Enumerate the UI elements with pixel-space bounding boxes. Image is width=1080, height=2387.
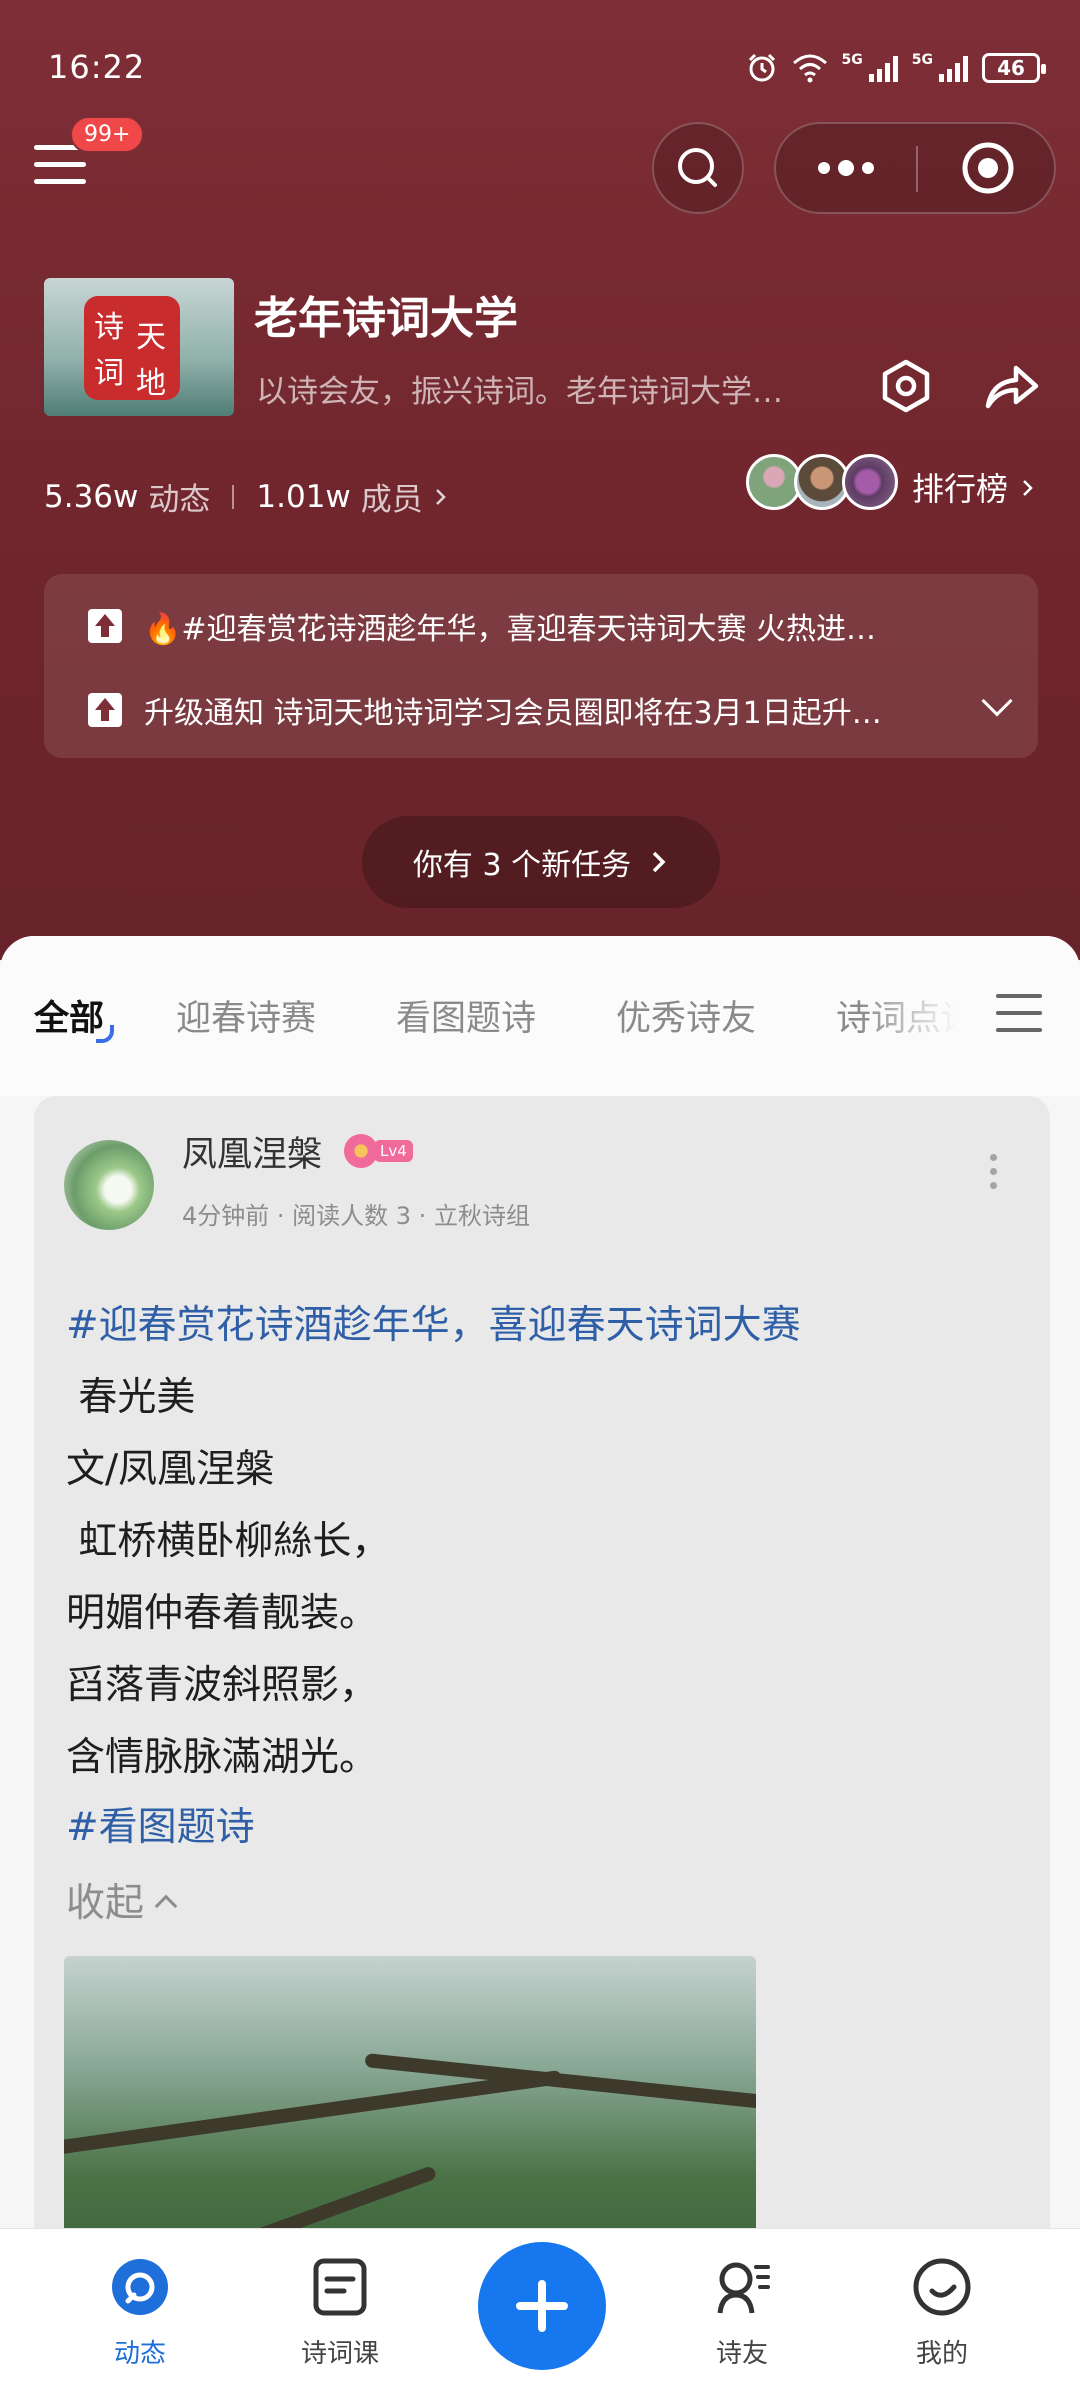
nav-feed[interactable]: 动态 [60,2229,220,2387]
nav-courses[interactable]: 诗词课 [260,2229,420,2387]
posts-count: 5.36w [44,478,139,515]
group-title: 老年诗词大学 [254,293,518,344]
posts-label: 动态 [148,482,211,518]
signal-icon-2 [939,54,968,82]
battery-level: 46 [997,56,1025,80]
post-line: 文/凤凰涅槃 [66,1447,275,1492]
author-avatar[interactable] [64,1140,154,1230]
notice-item[interactable]: 升级通知 诗词天地诗词学习会员圈即将在3月1日起升… [88,688,882,732]
flower-icon [344,1134,378,1168]
new-tasks-button[interactable]: 你有 3 个新任务 [362,816,720,908]
nav-label: 动态 [113,2339,166,2369]
more-icon[interactable] [776,122,916,214]
logo-seal: 诗 词 天 地 [84,296,180,401]
group-description[interactable]: 以诗会友，振兴诗词。老年诗词大学… [256,366,816,411]
chevron-right-icon [435,488,446,505]
post-line: 明媚仲春着靓装。 [66,1591,379,1636]
leaderboard-label: 排行榜 [912,470,1009,508]
alarm-icon [748,53,775,82]
post-card[interactable]: 凤凰涅槃 Lv4 4分钟前 · 阅读人数 3 · 立秋诗组 #迎春赏花诗酒趁年华… [34,1096,1050,2387]
post-line: 含情脉脉滿湖光。 [66,1735,379,1780]
nav-profile[interactable]: 我的 [862,2229,1022,2387]
tab-spring-contest[interactable]: 迎春诗赛 [176,990,316,1041]
nav-label: 我的 [915,2339,968,2369]
post-hashtag[interactable]: #看图题诗 [66,1796,255,1852]
leaderboard-link[interactable]: 排行榜 [912,464,1038,510]
notification-badge: 99+ [70,116,145,153]
chevron-right-icon [652,851,666,873]
post-hashtag[interactable]: #迎春赏花诗酒趁年华，喜迎春天诗词大赛 [66,1294,801,1350]
notice-item[interactable]: 🔥#迎春赏花诗酒趁年华，喜迎春天诗词大赛 火热进… [88,604,876,648]
author-name[interactable]: 凤凰涅槃 [182,1126,322,1177]
level-tag: Lv4 [374,1140,413,1162]
status-icons: 5G 5G 46 [746,52,1046,84]
nav-friends[interactable]: 诗友 [662,2229,822,2387]
post-line: 春光美 [66,1375,196,1420]
wifi-icon [792,54,827,83]
tab-excellent-friends[interactable]: 优秀诗友 [616,990,756,1041]
pinned-icon [88,693,122,727]
notice-text: 🔥#迎春赏花诗酒趁年华，喜迎春天诗词大赛 火热进… [144,612,877,647]
group-logo: 诗 词 天 地 [44,278,234,416]
search-icon [678,148,717,187]
post-line: 舀落青波斜照影， [66,1663,379,1708]
stats-divider [232,484,235,509]
nav-label: 诗词课 [300,2339,379,2369]
task-banner-text: 你有 3 个新任务 [412,848,632,883]
top-members-avatars[interactable] [746,454,898,510]
category-tabs: 全部 迎春诗赛 看图题诗 优秀诗友 诗词点评 [0,936,1080,1096]
chevron-right-icon [1023,480,1033,496]
status-bar: 16:22 5G 5G 46 [48,48,1046,92]
post-line: 虹桥横卧柳絲长， [66,1519,391,1564]
notice-board[interactable]: 🔥#迎春赏花诗酒趁年华，喜迎春天诗词大赛 火热进… 升级通知 诗词天地诗词学习会… [44,574,1038,758]
add-post-button[interactable] [478,2242,606,2370]
nav-label: 诗友 [715,2339,768,2369]
network-type-2: 5G [911,52,933,68]
mini-program-capsule [774,122,1056,214]
notice-text: 升级通知 诗词天地诗词学习会员圈即将在3月1日起升… [144,696,882,731]
level-badge: Lv4 [344,1134,413,1168]
share-icon[interactable] [980,356,1042,416]
tab-list-menu-icon[interactable] [996,994,1042,1034]
group-header: 16:22 5G 5G 46 99+ 诗 词 天 地 老年诗词大学 以诗会友，振… [0,0,1080,960]
feed-sheet: 全部 迎春诗赛 看图题诗 优秀诗友 诗词点评 凤凰涅槃 Lv4 4分钟前 · 阅… [0,936,1080,2387]
post-meta: 4分钟前 · 阅读人数 3 · 立秋诗组 [182,1202,530,1230]
post-more-icon[interactable] [990,1154,998,1196]
signal-icon [868,54,898,82]
members-count[interactable]: 1.01w [256,479,350,515]
friends-icon [717,2262,770,2314]
status-time: 16:22 [48,48,146,86]
avatar [842,454,898,510]
tabs-fade [860,976,1000,1056]
tab-all[interactable]: 全部 [34,990,115,1043]
members-label[interactable]: 成员 [361,474,423,519]
pinned-icon [88,609,122,643]
chevron-down-icon[interactable] [981,685,1013,717]
close-target-icon[interactable] [918,122,1058,214]
search-button[interactable] [652,122,744,214]
network-type-1: 5G [841,52,863,68]
collapse-button[interactable]: 收起 [66,1872,174,1928]
feed-icon [112,2259,168,2315]
group-stats: 5.36w 动态 1.01w 成员 [44,474,451,519]
battery-icon: 46 [982,53,1046,83]
tab-picture-poem[interactable]: 看图题诗 [396,990,536,1041]
course-icon [313,2258,367,2316]
profile-icon [913,2258,971,2316]
menu-button[interactable] [34,145,86,189]
settings-hex-icon[interactable] [876,356,936,416]
